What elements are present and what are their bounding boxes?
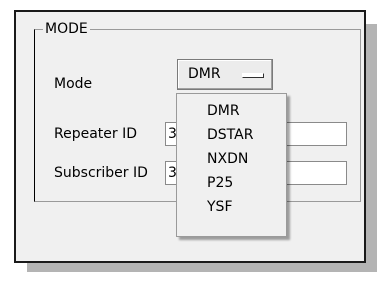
mode-option-value: DMR bbox=[188, 66, 221, 82]
mode-dialog: MODE Mode DMR Repeater ID 3 Subscriber I… bbox=[14, 10, 366, 263]
repeater-id-label: Repeater ID bbox=[54, 126, 138, 142]
subscriber-id-label: Subscriber ID bbox=[54, 165, 148, 181]
screenshot-stage: MODE Mode DMR Repeater ID 3 Subscriber I… bbox=[0, 0, 382, 282]
option-menu-indicator-icon bbox=[242, 73, 264, 78]
mode-option-button[interactable]: DMR bbox=[177, 59, 273, 90]
mode-group-title: MODE bbox=[43, 21, 90, 37]
menu-item-dmr[interactable]: DMR bbox=[207, 103, 240, 119]
menu-item-ysf[interactable]: YSF bbox=[207, 199, 233, 215]
mode-dropdown-menu: DMR DSTAR NXDN P25 YSF bbox=[176, 93, 287, 237]
mode-label: Mode bbox=[54, 76, 93, 92]
menu-item-p25[interactable]: P25 bbox=[207, 175, 233, 191]
menu-item-dstar[interactable]: DSTAR bbox=[207, 127, 253, 143]
menu-item-nxdn[interactable]: NXDN bbox=[207, 151, 248, 167]
